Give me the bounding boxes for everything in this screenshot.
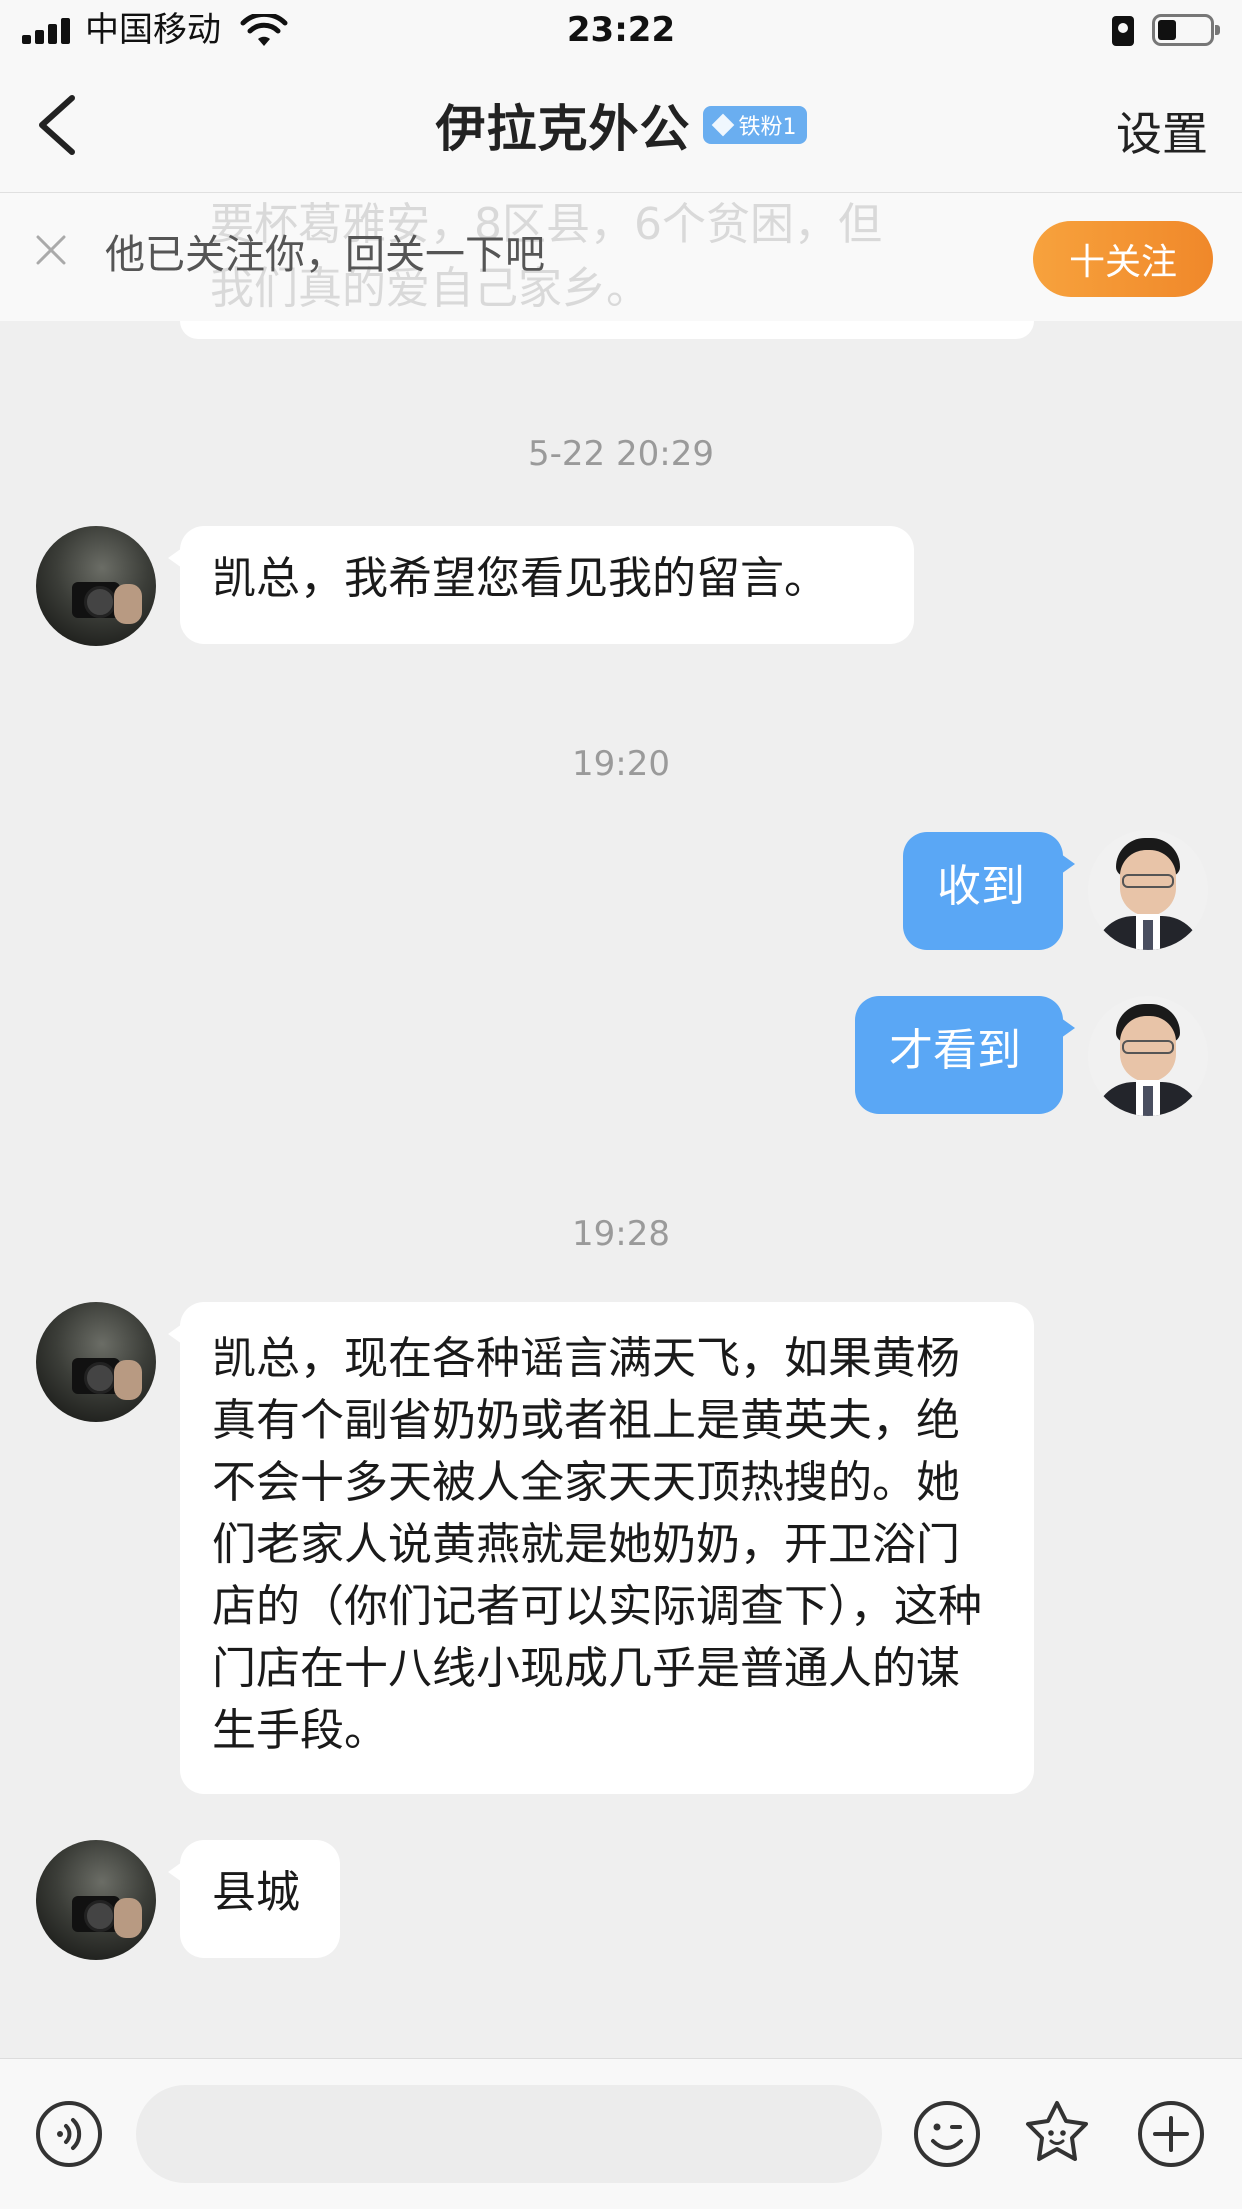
message-input[interactable] <box>136 2085 882 2183</box>
orientation-lock-icon <box>1112 16 1134 46</box>
message-text: 凯总，现在各种谣言满天飞，如果黄杨真有个副省奶奶或者祖上是黄英夫，绝不会十多天被… <box>212 1333 982 1756</box>
settings-button[interactable]: 设置 <box>1116 98 1208 164</box>
message-text: 收到 <box>937 861 1025 912</box>
message-text: 才看到 <box>889 1025 1021 1076</box>
contact-avatar[interactable] <box>36 526 156 646</box>
follow-prompt: 他已关注你，回关一下吧 <box>105 232 545 278</box>
clock: 23:22 <box>566 10 676 50</box>
sticker-icon[interactable] <box>1020 2097 1094 2171</box>
my-avatar[interactable] <box>1088 996 1208 1116</box>
previous-bubble-edge <box>180 321 1034 339</box>
my-avatar[interactable] <box>1088 830 1208 950</box>
incoming-message[interactable]: 凯总，我希望您看见我的留言。 <box>168 526 914 644</box>
diamond-icon <box>711 113 734 137</box>
follow-button[interactable]: 十关注 <box>1033 221 1213 297</box>
title-area: 伊拉克外公 铁粉1 <box>0 92 1242 158</box>
voice-icon[interactable] <box>34 2099 104 2169</box>
outgoing-message[interactable]: 收到 <box>903 832 1075 950</box>
message-text: 凯总，我希望您看见我的留言。 <box>212 553 828 604</box>
close-icon[interactable] <box>34 233 68 267</box>
emoji-icon[interactable] <box>912 2099 982 2169</box>
message-text: 县城 <box>212 1867 300 1918</box>
timestamp: 19:28 <box>572 1214 670 1254</box>
incoming-message[interactable]: 县城 <box>168 1840 340 1958</box>
incoming-message[interactable]: 凯总，现在各种谣言满天飞，如果黄杨真有个副省奶奶或者祖上是黄英夫，绝不会十多天被… <box>168 1302 1034 1794</box>
fan-badge: 铁粉1 <box>702 106 807 144</box>
timestamp: 19:20 <box>572 744 670 784</box>
status-bar: 中国移动 23:22 <box>0 0 1242 62</box>
contact-avatar[interactable] <box>36 1302 156 1422</box>
plus-icon[interactable] <box>1136 2099 1206 2169</box>
input-bar <box>0 2058 1242 2209</box>
follow-banner: 要杯葛雅安，8区县，6个贫困，但 我们真的爱自己家乡。 他已关注你，回关一下吧 … <box>0 193 1242 321</box>
outgoing-message[interactable]: 才看到 <box>855 996 1075 1114</box>
fan-badge-label: 铁粉1 <box>738 115 797 140</box>
nav-bar: 伊拉克外公 铁粉1 设置 <box>0 62 1242 193</box>
chat-title[interactable]: 伊拉克外公 <box>436 89 691 161</box>
contact-avatar[interactable] <box>36 1840 156 1960</box>
timestamp: 5-22 20:29 <box>528 434 714 474</box>
battery-icon <box>1152 14 1220 46</box>
